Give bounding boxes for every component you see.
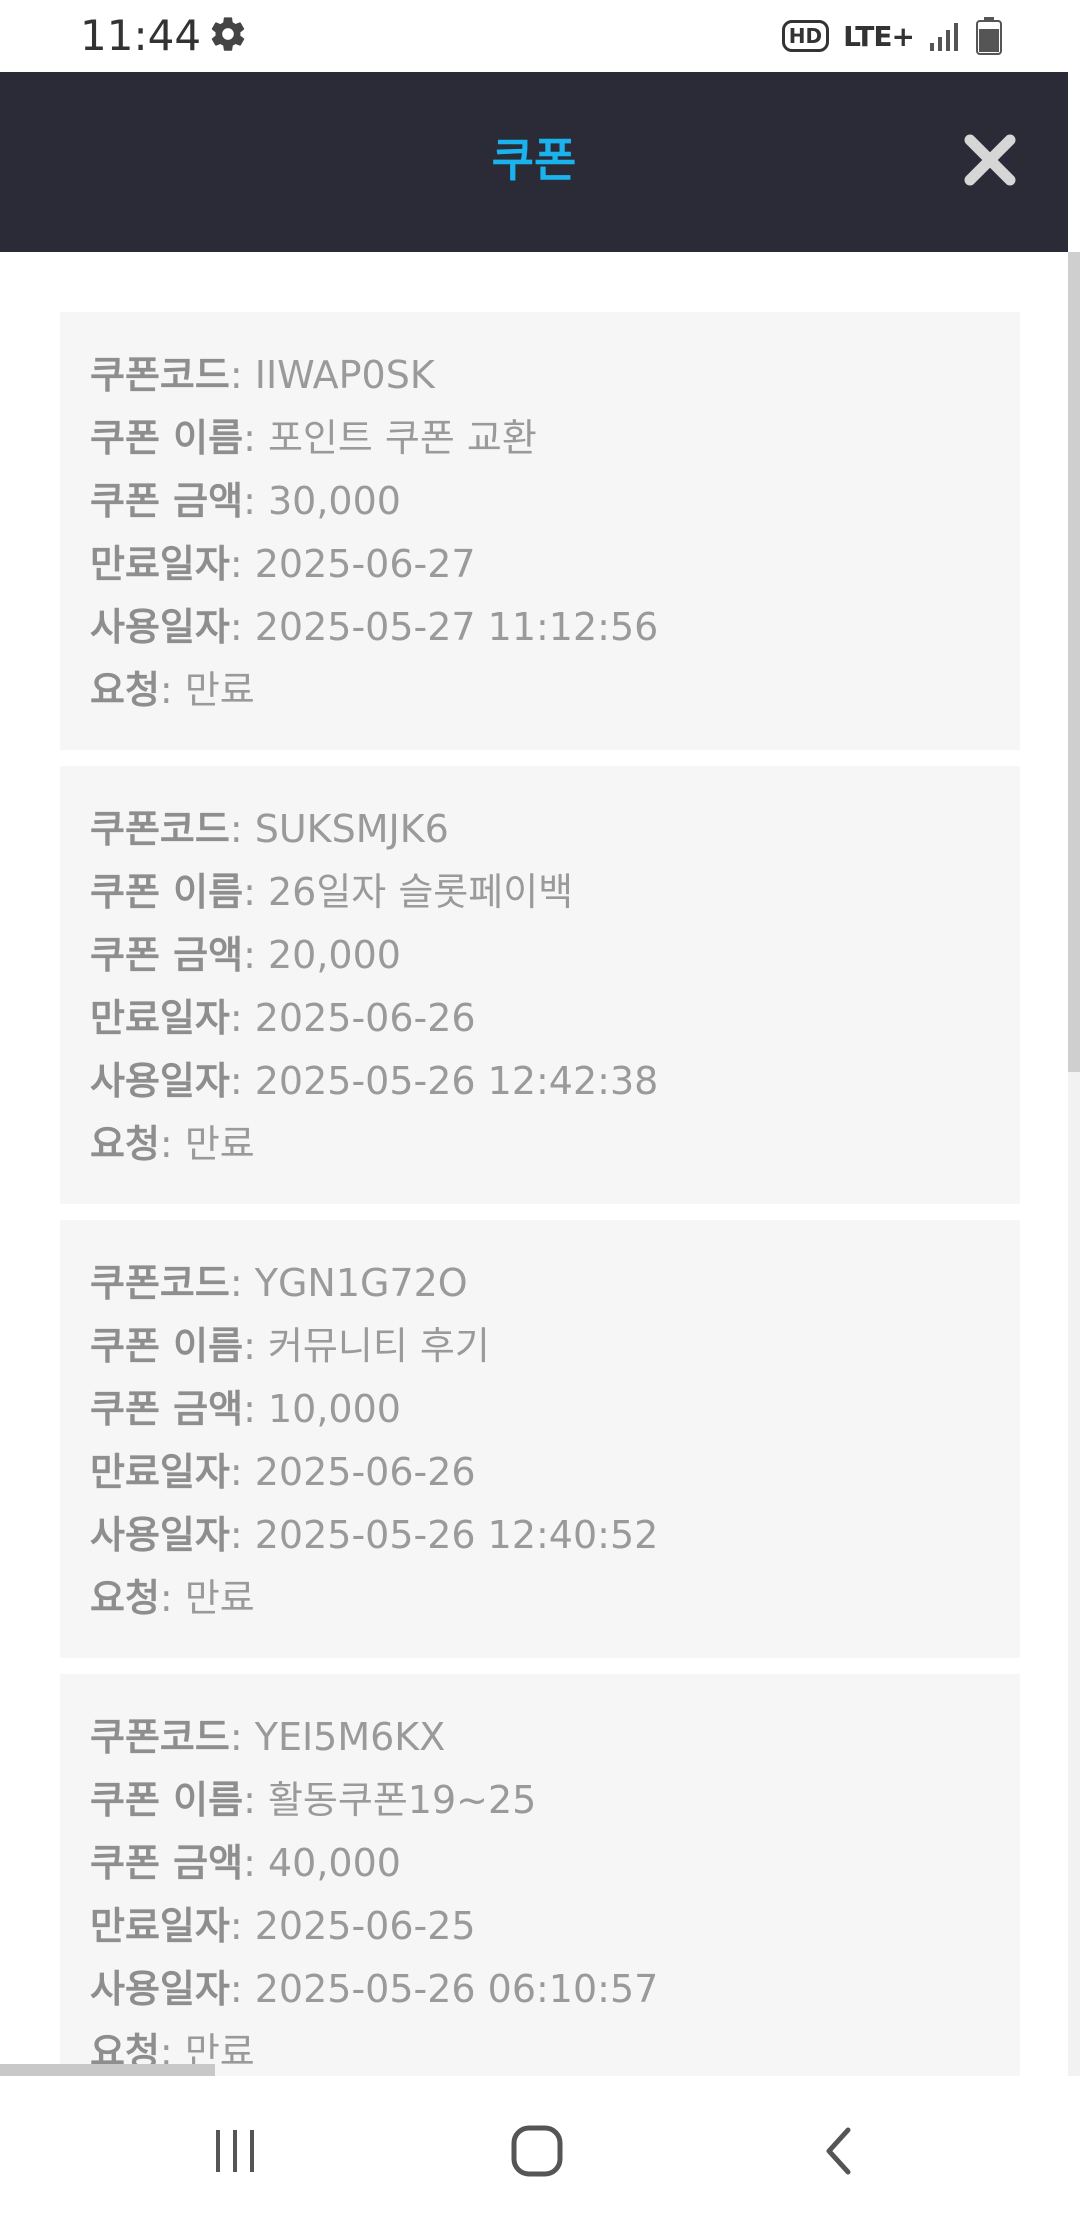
coupon-request-value: 만료 [184, 1576, 255, 1620]
coupon-expiry-value: 2025-06-27 [254, 542, 476, 586]
coupon-card: 쿠폰코드: SUKSMJK6 쿠폰 이름: 26일자 슬롯페이백 쿠폰 금액: … [60, 766, 1020, 1204]
status-bar: 11:44 HD LTE+ [0, 0, 1080, 72]
coupon-used-label: 사용일자 [90, 605, 230, 649]
coupon-code-label: 쿠폰코드 [90, 1715, 230, 1759]
coupon-code-label: 쿠폰코드 [90, 353, 230, 397]
close-icon[interactable] [962, 132, 1018, 188]
coupon-request-label: 요청 [90, 1122, 160, 1166]
navigation-bar [0, 2076, 1080, 2220]
coupon-expiry-label: 만료일자 [90, 1904, 230, 1948]
coupon-amount-value: 30,000 [267, 479, 401, 523]
status-icons: HD LTE+ [781, 14, 1002, 58]
back-chevron-icon [826, 2127, 851, 2175]
coupon-amount-value: 20,000 [267, 933, 401, 977]
coupon-card: 쿠폰코드: YGN1G72O 쿠폰 이름: 커뮤니티 후기 쿠폰 금액: 10,… [60, 1220, 1020, 1658]
hd-voice-badge: HD [781, 20, 830, 52]
coupon-amount-label: 쿠폰 금액 [90, 933, 244, 977]
coupon-expiry-row: 만료일자: 2025-06-25 [90, 1904, 476, 1948]
coupon-name-row: 쿠폰 이름: 26일자 슬롯페이백 [90, 870, 574, 914]
signal-strength-icon [930, 23, 958, 51]
coupon-amount-row: 쿠폰 금액: 30,000 [90, 479, 401, 523]
coupon-code-label: 쿠폰코드 [90, 807, 230, 851]
coupon-amount-label: 쿠폰 금액 [90, 479, 244, 523]
coupon-used-value: 2025-05-26 12:42:38 [254, 1059, 659, 1103]
coupon-code-label: 쿠폰코드 [90, 1261, 230, 1305]
coupon-expiry-row: 만료일자: 2025-06-27 [90, 542, 476, 586]
coupon-used-row: 사용일자: 2025-05-26 12:40:52 [90, 1513, 659, 1557]
coupon-amount-row: 쿠폰 금액: 40,000 [90, 1841, 401, 1885]
coupon-expiry-label: 만료일자 [90, 996, 230, 1040]
battery-icon [976, 17, 1002, 55]
coupon-request-row: 요청: 만료 [90, 2030, 255, 2074]
coupon-name-label: 쿠폰 이름 [90, 1324, 244, 1368]
coupon-used-row: 사용일자: 2025-05-27 11:12:56 [90, 605, 659, 649]
coupon-name-label: 쿠폰 이름 [90, 870, 244, 914]
coupon-used-label: 사용일자 [90, 1967, 230, 2011]
coupon-used-value: 2025-05-27 11:12:56 [254, 605, 659, 649]
coupon-name-row: 쿠폰 이름: 커뮤니티 후기 [90, 1324, 490, 1368]
coupon-amount-row: 쿠폰 금액: 10,000 [90, 1387, 401, 1431]
back-button[interactable] [795, 2106, 885, 2196]
coupon-code-value: IIWAP0SK [254, 353, 435, 397]
coupon-amount-value: 10,000 [267, 1387, 401, 1431]
coupon-name-label: 쿠폰 이름 [90, 416, 244, 460]
coupon-expiry-value: 2025-06-26 [254, 996, 476, 1040]
coupon-expiry-value: 2025-06-26 [254, 1450, 476, 1494]
coupon-name-value: 26일자 슬롯페이백 [267, 870, 574, 914]
coupon-used-value: 2025-05-26 12:40:52 [254, 1513, 659, 1557]
coupon-card: 쿠폰코드: IIWAP0SK 쿠폰 이름: 포인트 쿠폰 교환 쿠폰 금액: 3… [60, 312, 1020, 750]
coupon-code-row: 쿠폰코드: IIWAP0SK [90, 353, 435, 397]
coupon-request-row: 요청: 만료 [90, 1576, 255, 1620]
coupon-request-value: 만료 [184, 1122, 255, 1166]
coupon-request-value: 만료 [184, 668, 255, 712]
recent-apps-button[interactable] [190, 2106, 280, 2196]
page-header: 쿠폰 [0, 72, 1068, 252]
network-type-label: LTE+ [843, 19, 915, 53]
coupon-expiry-value: 2025-06-25 [254, 1904, 476, 1948]
coupon-used-row: 사용일자: 2025-05-26 06:10:57 [90, 1967, 659, 2011]
coupon-amount-value: 40,000 [267, 1841, 401, 1885]
vertical-scrollbar[interactable] [1068, 252, 1080, 1072]
coupon-amount-label: 쿠폰 금액 [90, 1841, 244, 1885]
coupon-request-row: 요청: 만료 [90, 1122, 255, 1166]
coupon-amount-row: 쿠폰 금액: 20,000 [90, 933, 401, 977]
recent-apps-icon [216, 2130, 254, 2172]
page-title: 쿠폰 [491, 133, 577, 187]
home-icon [511, 2125, 563, 2177]
coupon-request-label: 요청 [90, 1576, 160, 1620]
coupon-expiry-row: 만료일자: 2025-06-26 [90, 996, 476, 1040]
horizontal-scrollbar[interactable] [0, 2064, 215, 2076]
coupon-used-value: 2025-05-26 06:10:57 [254, 1967, 659, 2011]
settings-gear-icon [211, 17, 245, 51]
coupon-name-value: 커뮤니티 후기 [267, 1324, 490, 1368]
coupon-name-value: 포인트 쿠폰 교환 [267, 416, 537, 460]
coupon-expiry-row: 만료일자: 2025-06-26 [90, 1450, 476, 1494]
coupon-request-row: 요청: 만료 [90, 668, 255, 712]
coupon-name-label: 쿠폰 이름 [90, 1778, 244, 1822]
coupon-code-row: 쿠폰코드: SUKSMJK6 [90, 807, 449, 851]
coupon-list: 쿠폰코드: IIWAP0SK 쿠폰 이름: 포인트 쿠폰 교환 쿠폰 금액: 3… [60, 312, 1020, 2076]
coupon-expiry-label: 만료일자 [90, 1450, 230, 1494]
coupon-expiry-label: 만료일자 [90, 542, 230, 586]
coupon-used-label: 사용일자 [90, 1513, 230, 1557]
coupon-used-label: 사용일자 [90, 1059, 230, 1103]
coupon-code-value: YGN1G72O [254, 1261, 468, 1305]
home-button[interactable] [492, 2106, 582, 2196]
coupon-code-value: YEI5M6KX [254, 1715, 446, 1759]
coupon-code-row: 쿠폰코드: YEI5M6KX [90, 1715, 446, 1759]
coupon-used-row: 사용일자: 2025-05-26 12:42:38 [90, 1059, 659, 1103]
coupon-code-value: SUKSMJK6 [254, 807, 449, 851]
coupon-amount-label: 쿠폰 금액 [90, 1387, 244, 1431]
coupon-name-row: 쿠폰 이름: 포인트 쿠폰 교환 [90, 416, 537, 460]
coupon-name-value: 활동쿠폰19~25 [267, 1778, 537, 1822]
status-time: 11:44 [80, 11, 202, 60]
coupon-card: 쿠폰코드: YEI5M6KX 쿠폰 이름: 활동쿠폰19~25 쿠폰 금액: 4… [60, 1674, 1020, 2076]
coupon-code-row: 쿠폰코드: YGN1G72O [90, 1261, 468, 1305]
coupon-name-row: 쿠폰 이름: 활동쿠폰19~25 [90, 1778, 537, 1822]
coupon-request-label: 요청 [90, 668, 160, 712]
